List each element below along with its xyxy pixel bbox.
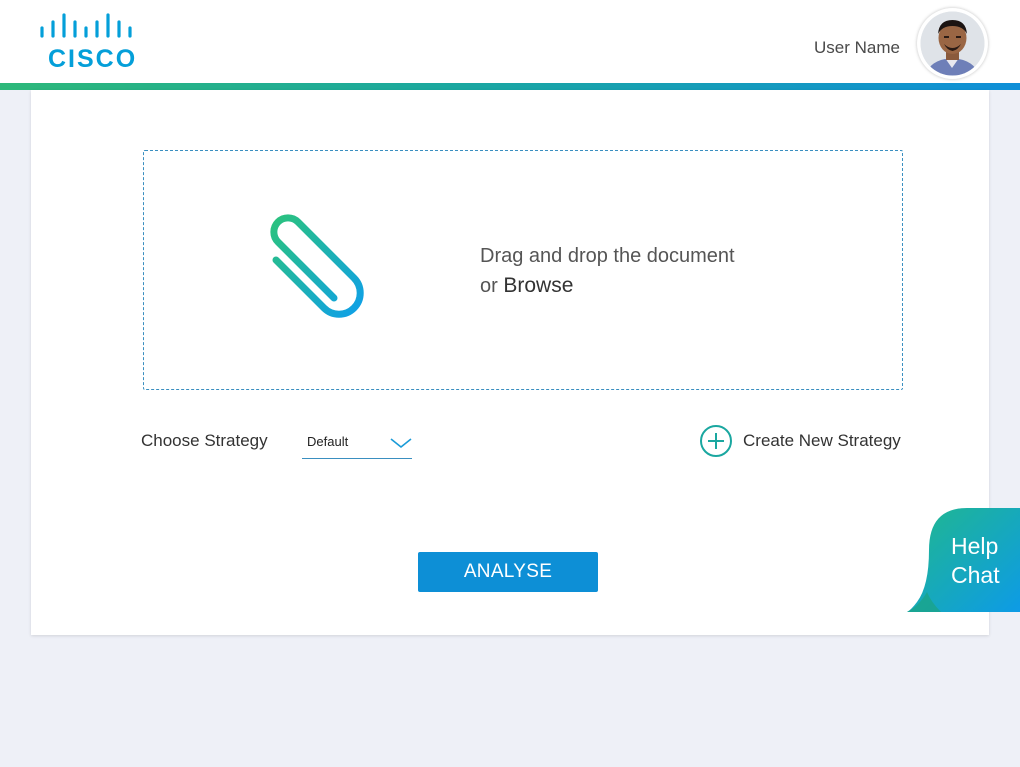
app-header: CISCO User Name (0, 0, 1020, 83)
cisco-logo[interactable]: CISCO (38, 13, 144, 73)
drop-text-or: or (480, 275, 498, 297)
help-chat-line2: Chat (951, 562, 1000, 588)
drop-text-line1: Drag and drop the document (480, 245, 735, 267)
user-name[interactable]: User Name (814, 38, 900, 58)
upload-card: Drag and drop the document or Browse Cho… (31, 90, 989, 635)
header-accent-bar (0, 83, 1020, 90)
help-chat-button[interactable]: Help Chat (905, 506, 1020, 616)
plus-circle-icon (700, 425, 732, 457)
logo-wordmark: CISCO (48, 45, 138, 73)
help-chat-line1: Help (951, 533, 999, 559)
create-new-strategy-button[interactable]: Create New Strategy (699, 424, 909, 458)
user-avatar-icon (920, 11, 985, 76)
strategy-select[interactable]: Default (302, 428, 412, 459)
chevron-down-icon (390, 438, 412, 449)
paperclip-icon (270, 214, 364, 318)
help-chat-text: Help Chat (951, 532, 1000, 590)
browse-link[interactable]: Browse (503, 274, 573, 297)
drop-instructions: Drag and drop the document or Browse (480, 241, 735, 301)
strategy-select-value: Default (307, 434, 349, 449)
drop-text-line2: or Browse (480, 271, 735, 301)
create-new-strategy-label: Create New Strategy (743, 431, 901, 450)
analyse-button[interactable]: ANALYSE (418, 552, 598, 592)
avatar[interactable] (917, 8, 988, 79)
file-drop-zone[interactable]: Drag and drop the document or Browse (143, 150, 903, 390)
choose-strategy-label: Choose Strategy (141, 431, 268, 450)
cisco-bars-icon (40, 13, 132, 38)
